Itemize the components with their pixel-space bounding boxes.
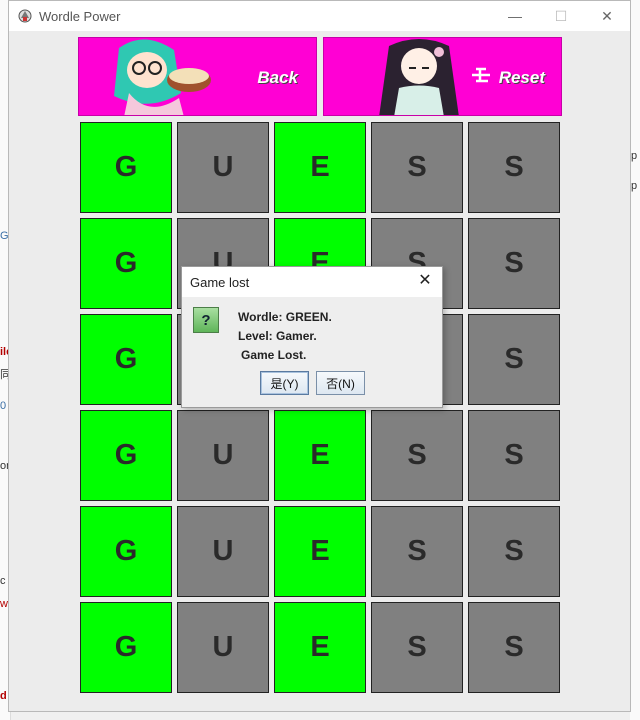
app-icon — [18, 9, 32, 23]
wordle-board: GUESSGUESSGUESSGUESSGUESSGUESS — [80, 122, 563, 694]
board-tile: S — [468, 410, 560, 501]
board-tile: E — [274, 506, 366, 597]
background-window-right — [630, 0, 640, 720]
title-bar[interactable]: Wordle Power — ☐ ✕ — [9, 1, 630, 31]
board-tile: S — [371, 122, 463, 213]
board-tile: G — [80, 218, 172, 309]
board-tile: E — [274, 410, 366, 501]
reset-button[interactable]: Reset — [323, 37, 562, 116]
question-icon: ? — [193, 307, 219, 333]
board-tile: G — [80, 314, 172, 405]
background-text: p — [631, 150, 638, 162]
back-button[interactable]: Back — [78, 37, 317, 116]
dialog-title-bar[interactable]: Game lost ✕ — [182, 267, 442, 297]
dialog-title: Game lost — [190, 275, 250, 290]
board-tile: G — [80, 122, 172, 213]
board-tile: S — [468, 506, 560, 597]
game-lost-dialog: Game lost ✕ ? Wordle: GREEN. Level: Game… — [181, 266, 443, 408]
dialog-message-result: Game Lost. — [241, 348, 307, 362]
dialog-message-level: Level: Gamer. — [238, 329, 317, 343]
window-title: Wordle Power — [39, 9, 121, 24]
board-tile: E — [274, 602, 366, 693]
dialog-close-button[interactable]: ✕ — [416, 272, 434, 290]
board-tile: S — [468, 122, 560, 213]
board-tile: U — [177, 602, 269, 693]
background-text: c — [0, 575, 6, 587]
yes-button[interactable]: 是(Y) — [260, 371, 309, 395]
board-tile: G — [80, 602, 172, 693]
board-tile: S — [468, 602, 560, 693]
board-tile: U — [177, 410, 269, 501]
back-label: Back — [257, 68, 298, 87]
board-tile: U — [177, 122, 269, 213]
maximize-button[interactable]: ☐ — [538, 1, 584, 31]
board-tile: E — [274, 122, 366, 213]
board-tile: S — [468, 218, 560, 309]
minimize-button[interactable]: — — [492, 1, 538, 31]
board-tile: S — [371, 410, 463, 501]
reset-icon — [472, 67, 490, 83]
dialog-message-wordle: Wordle: GREEN. — [238, 310, 332, 324]
board-tile: S — [371, 506, 463, 597]
no-button[interactable]: 否(N) — [316, 371, 365, 395]
background-text: d — [0, 690, 7, 702]
board-tile: G — [80, 410, 172, 501]
background-text: p — [631, 180, 638, 192]
background-text: 0 — [0, 400, 7, 412]
board-tile: S — [371, 602, 463, 693]
board-tile: S — [468, 314, 560, 405]
board-tile: U — [177, 506, 269, 597]
close-button[interactable]: ✕ — [584, 1, 630, 31]
anime-character-icon — [114, 39, 211, 115]
board-tile: G — [80, 506, 172, 597]
reset-label: Reset — [498, 68, 545, 87]
